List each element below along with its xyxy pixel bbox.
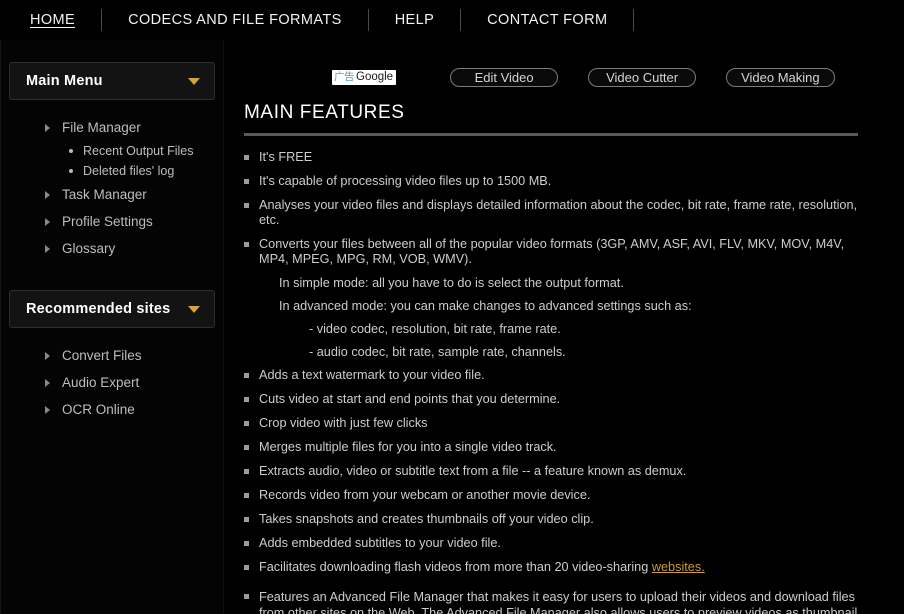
chevron-down-icon[interactable]	[188, 305, 200, 313]
sidebar-item-audio-expert[interactable]: Audio Expert	[1, 369, 223, 396]
websites-link[interactable]: websites.	[652, 560, 705, 574]
triangle-right-icon	[45, 123, 50, 132]
feature-bullet: Adds embedded subtitles to your video fi…	[244, 536, 858, 551]
sidebar-item-recent-output-files[interactable]: Recent Output Files	[1, 141, 223, 161]
feature-bullet: Records video from your webcam or anothe…	[244, 488, 858, 503]
feature-subline: In simple mode: all you have to do is se…	[279, 276, 624, 290]
sidebar: Main Menu File Manager Recent Output Files…	[0, 40, 224, 614]
sidebar-panel-recommended-sites: Recommended sites Convert Files Audio Expe…	[1, 290, 223, 429]
triangle-right-icon	[45, 378, 50, 387]
feature-bullet: Merges multiple files for you into a sin…	[244, 440, 858, 455]
feature-bullet: It's capable of processing video files u…	[244, 174, 858, 189]
panel-body: Convert Files Audio Expert OCR Online	[1, 328, 223, 429]
page-title: MAIN FEATURES	[244, 102, 405, 123]
sidebar-item-label: Glossary	[62, 241, 116, 256]
feature-subline-detail: - video codec, resolution, bit rate, fra…	[309, 322, 561, 336]
feature-subline-detail: - audio codec, bit rate, sample rate, ch…	[309, 345, 566, 359]
panel-body: File Manager Recent Output Files Deleted f…	[1, 100, 223, 268]
ad-label-cn: 广告	[334, 70, 355, 83]
tab-group: Edit Video Video Cutter Video Making	[396, 67, 835, 87]
panel-title: Recommended sites	[26, 301, 171, 317]
sidebar-item-label: Deleted files' log	[83, 164, 175, 178]
sidebar-item-task-manager[interactable]: Task Manager	[1, 181, 223, 208]
nav-item-contact-form[interactable]: CONTACT FORM	[461, 12, 633, 28]
feature-bullet-with-link: Facilitates downloading flash videos fro…	[244, 560, 858, 575]
sidebar-item-label: Recent Output Files	[83, 144, 194, 158]
sidebar-item-glossary[interactable]: Glossary	[1, 235, 223, 262]
feature-subline: In advanced mode: you can make changes t…	[279, 299, 692, 313]
feature-bullet: Crop video with just few clicks	[244, 416, 858, 431]
top-navigation: HOME CODECS AND FILE FORMATS HELP CONTACT F…	[0, 0, 904, 40]
panel-header-main-menu[interactable]: Main Menu	[9, 62, 215, 100]
tab-edit-video[interactable]: Edit Video	[450, 67, 559, 87]
feature-bullet: Takes snapshots and creates thumbnails o…	[244, 512, 858, 527]
sidebar-item-label: File Manager	[62, 120, 141, 135]
triangle-right-icon	[45, 217, 50, 226]
sidebar-item-label: Convert Files	[62, 348, 142, 363]
triangle-right-icon	[45, 405, 50, 414]
sidebar-item-label: OCR Online	[62, 402, 135, 417]
sidebar-item-label: Audio Expert	[62, 375, 140, 390]
feature-bullet: Analyses your video files and displays d…	[244, 198, 858, 228]
features-list: It's FREE It's capable of processing vide…	[244, 150, 858, 614]
feature-text: Facilitates downloading flash videos fro…	[259, 560, 652, 574]
panel-title: Main Menu	[26, 73, 103, 89]
sidebar-item-convert-files[interactable]: Convert Files	[1, 342, 223, 369]
feature-bullet: Extracts audio, video or subtitle text f…	[244, 464, 858, 479]
nav-item-codecs-and-file-formats[interactable]: CODECS AND FILE FORMATS	[102, 12, 368, 28]
sidebar-item-deleted-files-log[interactable]: Deleted files' log	[1, 161, 223, 181]
ad-and-tabs-strip: 广告 Google Edit Video Video Cutter Video Ma…	[240, 40, 858, 88]
title-divider	[244, 133, 858, 136]
feature-bullet: Converts your files between all of the p…	[244, 237, 858, 267]
feature-bullet-paragraph: Features an Advanced File Manager that m…	[244, 589, 858, 614]
triangle-right-icon	[45, 190, 50, 199]
sidebar-item-label: Profile Settings	[62, 214, 153, 229]
sidebar-panel-main-menu: Main Menu File Manager Recent Output Files…	[1, 62, 223, 268]
ad-brand-google: Google	[356, 70, 394, 83]
page-body: Main Menu File Manager Recent Output Files…	[0, 40, 904, 614]
tab-video-cutter[interactable]: Video Cutter	[588, 67, 697, 87]
nav-item-home[interactable]: HOME	[22, 12, 101, 28]
feature-bullet: It's FREE	[244, 150, 858, 165]
feature-bullet: Adds a text watermark to your video file…	[244, 368, 858, 383]
feature-bullet: Cuts video at start and end points that …	[244, 392, 858, 407]
bullet-dot-icon	[69, 149, 73, 153]
chevron-down-icon[interactable]	[188, 77, 200, 85]
triangle-right-icon	[45, 244, 50, 253]
bullet-dot-icon	[69, 169, 73, 173]
google-ads-badge[interactable]: 广告 Google	[332, 69, 397, 85]
sidebar-item-file-manager[interactable]: File Manager	[1, 114, 223, 141]
tab-video-making[interactable]: Video Making	[726, 67, 835, 87]
nav-item-help[interactable]: HELP	[369, 12, 460, 28]
main-content: 广告 Google Edit Video Video Cutter Video Ma…	[224, 40, 904, 614]
nav-separator	[633, 9, 635, 31]
triangle-right-icon	[45, 351, 50, 360]
sidebar-item-ocr-online[interactable]: OCR Online	[1, 396, 223, 423]
sidebar-item-label: Task Manager	[62, 187, 147, 202]
panel-header-recommended-sites[interactable]: Recommended sites	[9, 290, 215, 328]
sidebar-item-profile-settings[interactable]: Profile Settings	[1, 208, 223, 235]
